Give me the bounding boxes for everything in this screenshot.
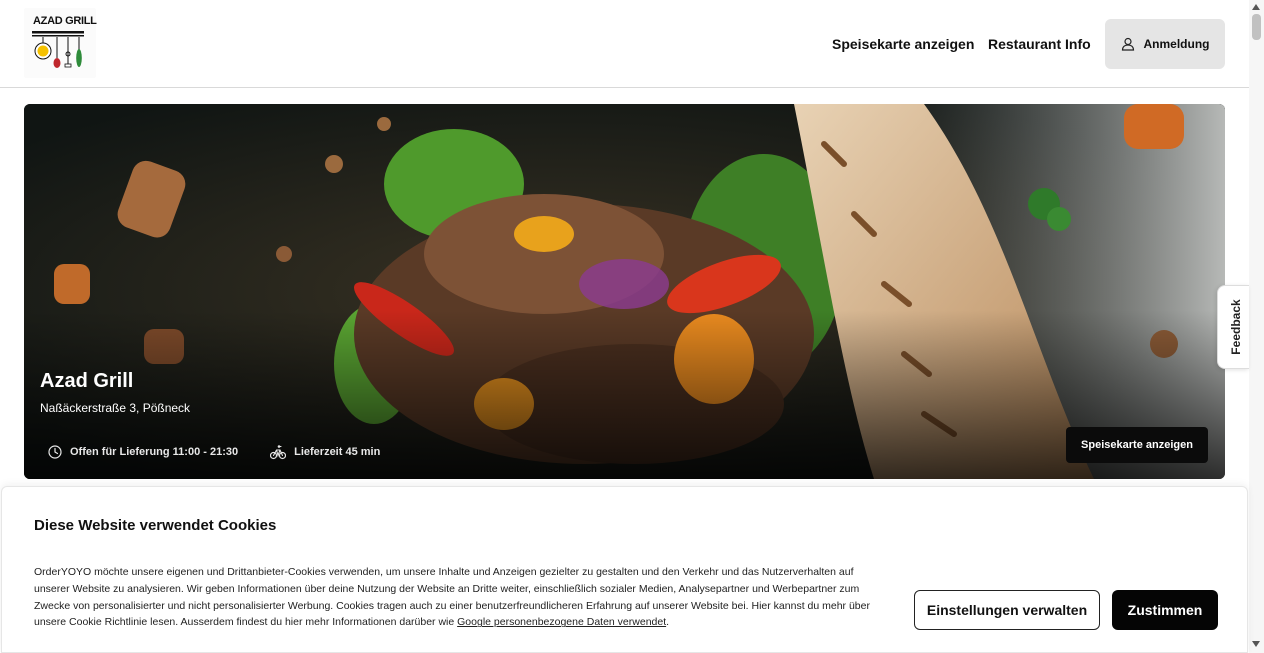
- hero-food-image: [24, 104, 1225, 479]
- scroll-down-arrow-icon[interactable]: [1252, 641, 1260, 647]
- nav-restaurant-info-link[interactable]: Restaurant Info: [988, 36, 1091, 52]
- cookie-text-body: OrderYOYO möchte unsere eigenen und Drit…: [34, 566, 870, 629]
- restaurant-logo[interactable]: AZAD GRILL: [24, 8, 97, 78]
- view-menu-button[interactable]: Speisekarte anzeigen: [1066, 427, 1208, 463]
- scroll-thumb[interactable]: [1252, 14, 1261, 40]
- login-label: Anmeldung: [1143, 37, 1210, 51]
- site-header: AZAD GRILL Speisekarte anzeigen Restaura…: [0, 0, 1249, 88]
- hero-info-row: Offen für Lieferung 11:00 - 21:30 Liefer…: [48, 444, 412, 460]
- bicycle-icon: [270, 445, 287, 460]
- feedback-label: Feedback: [1229, 299, 1243, 355]
- cookie-banner-text: OrderYOYO möchte unsere eigenen und Drit…: [34, 564, 874, 631]
- manage-settings-button[interactable]: Einstellungen verwalten: [914, 590, 1100, 630]
- cookie-text-end: .: [666, 616, 670, 629]
- delivery-time: Lieferzeit 45 min: [270, 444, 380, 460]
- restaurant-address: Naßäckerstraße 3, Pößneck: [40, 401, 191, 415]
- delivery-time-text: Lieferzeit 45 min: [294, 446, 381, 458]
- opening-hours: Offen für Lieferung 11:00 - 21:30: [48, 445, 238, 459]
- clock-icon: [48, 445, 62, 459]
- logo-grill-icon: [32, 31, 84, 68]
- logo-text: AZAD GRILL: [33, 15, 97, 27]
- google-data-link[interactable]: Google personenbezogene Daten verwendet: [457, 616, 666, 628]
- page-scrollbar[interactable]: [1249, 0, 1264, 653]
- user-icon: [1121, 37, 1134, 51]
- login-button[interactable]: Anmeldung: [1105, 19, 1225, 69]
- feedback-tab[interactable]: Feedback: [1217, 285, 1249, 369]
- accept-cookies-button[interactable]: Zustimmen: [1112, 590, 1218, 630]
- nav-menu-link[interactable]: Speisekarte anzeigen: [832, 36, 974, 52]
- restaurant-name: Azad Grill: [40, 370, 134, 392]
- hero-banner: Azad Grill Naßäckerstraße 3, Pößneck Off…: [24, 104, 1225, 479]
- opening-hours-text: Offen für Lieferung 11:00 - 21:30: [70, 446, 239, 458]
- cookie-banner: Diese Website verwendet Cookies OrderYOY…: [1, 486, 1248, 653]
- cookie-banner-title: Diese Website verwendet Cookies: [34, 517, 277, 534]
- scroll-up-arrow-icon[interactable]: [1252, 4, 1260, 10]
